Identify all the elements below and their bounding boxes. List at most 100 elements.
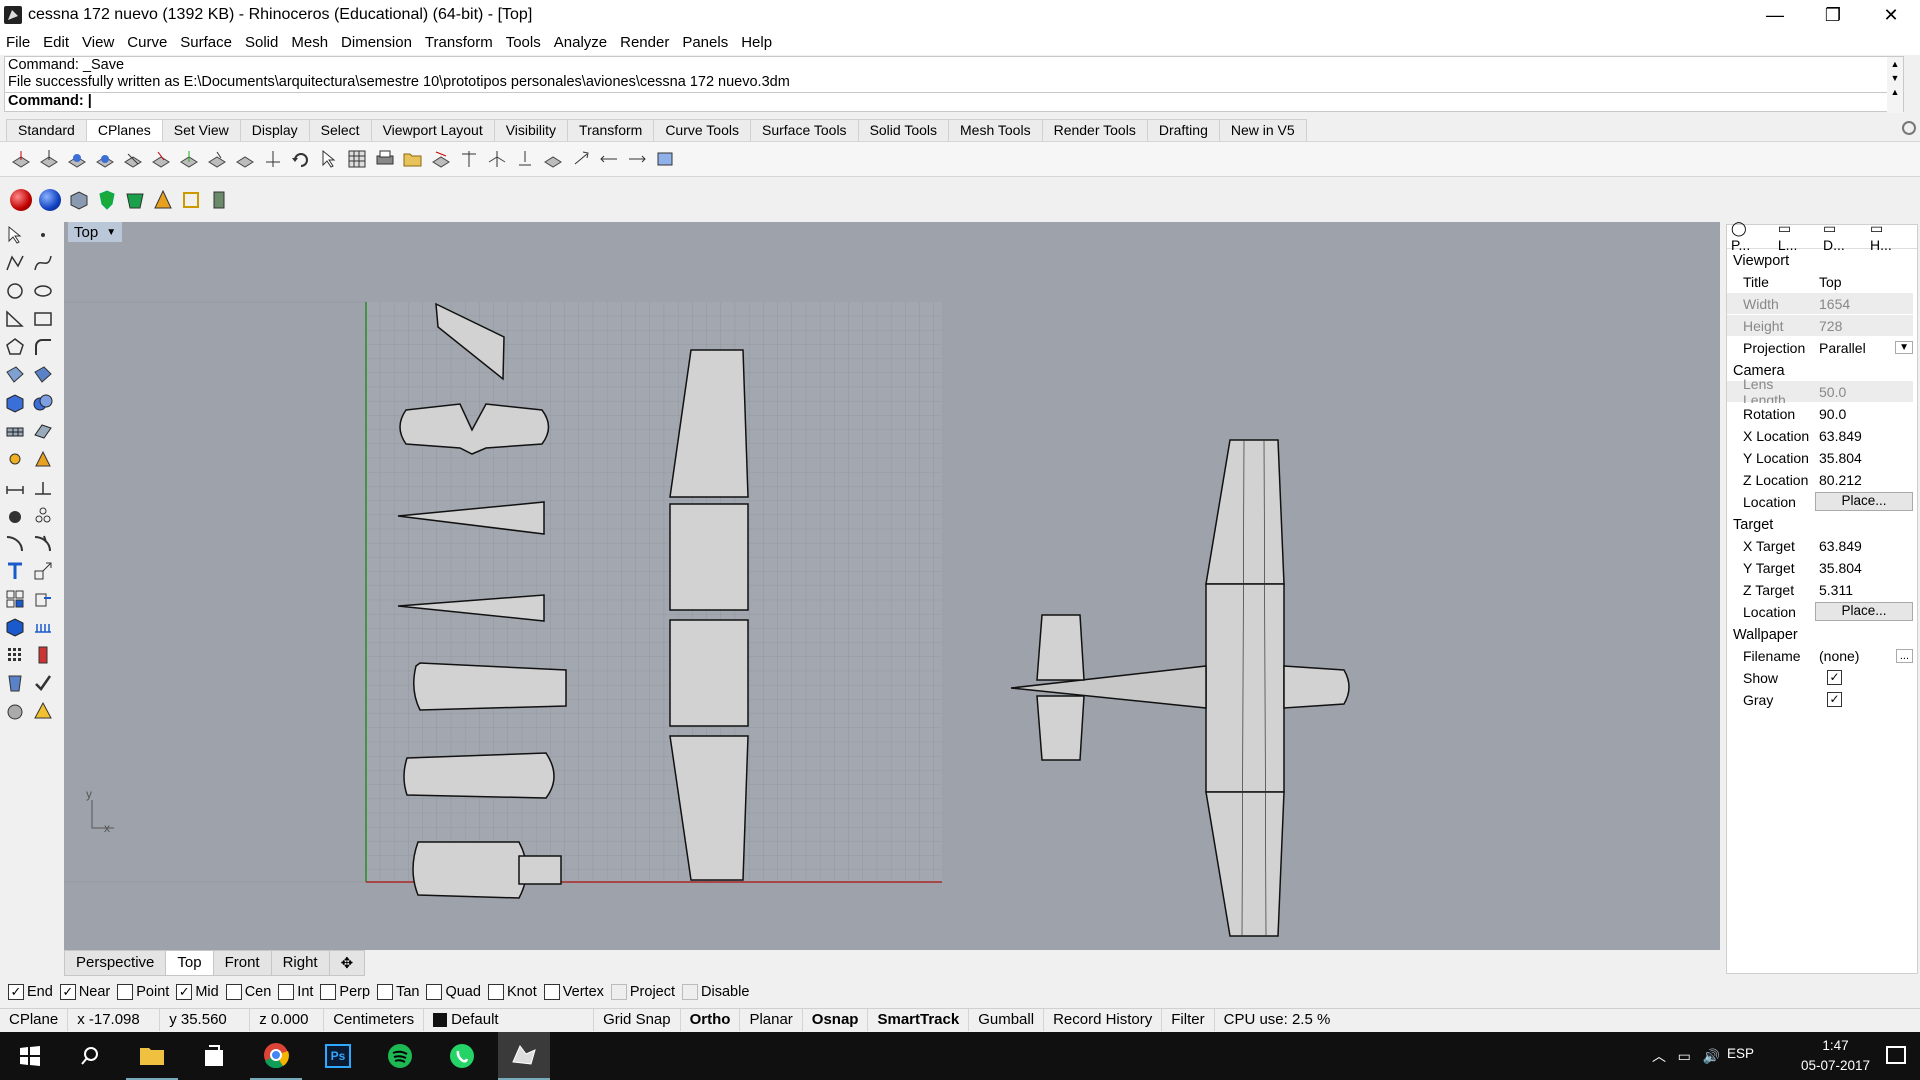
status-layer[interactable]: Default	[424, 1008, 595, 1031]
prop-title-field[interactable]: Top	[1815, 271, 1913, 292]
tab-solid-tools[interactable]: Solid Tools	[857, 119, 950, 141]
rectangle-icon[interactable]	[32, 308, 54, 330]
tab-visibility[interactable]: Visibility	[493, 119, 569, 141]
cplane-icon[interactable]	[10, 148, 32, 170]
light-icon[interactable]	[4, 448, 26, 470]
undo-view-icon[interactable]	[290, 148, 312, 170]
osnap-tan[interactable]: Tan	[377, 984, 419, 1000]
tab-properties[interactable]: ◯ P...	[1731, 220, 1770, 253]
notifications-icon[interactable]	[1886, 1046, 1906, 1064]
prop-ztarget-field[interactable]: 5.311	[1815, 579, 1913, 600]
menu-mesh[interactable]: Mesh	[291, 34, 328, 51]
checkbox-icon[interactable]: ✓	[59, 984, 76, 1000]
checkbox-icon[interactable]	[487, 984, 504, 1000]
osnap-vertex[interactable]: Vertex	[543, 984, 604, 1000]
analyze-icon[interactable]	[4, 672, 26, 694]
chevron-down-icon[interactable]: ▼	[1895, 341, 1913, 354]
command-scrollbar[interactable]: ▲ ▼ ▲	[1887, 57, 1903, 113]
tab-front[interactable]: Front	[212, 950, 272, 976]
osnap-project[interactable]: Project	[610, 984, 675, 1000]
shield-icon[interactable]	[96, 189, 118, 211]
prop-ylocation-field[interactable]: 35.804	[1815, 447, 1913, 468]
toggle-filter[interactable]: Filter	[1162, 1008, 1215, 1031]
text-icon[interactable]	[4, 560, 26, 582]
render-sphere-icon[interactable]	[39, 189, 61, 211]
cone-icon[interactable]	[152, 189, 174, 211]
prop-xlocation-field[interactable]: 63.849	[1815, 425, 1913, 446]
grid-icon[interactable]	[346, 148, 368, 170]
menu-curve[interactable]: Curve	[127, 34, 167, 51]
dimension-icon[interactable]	[4, 476, 26, 498]
command-input[interactable]: Command: |	[5, 92, 1903, 112]
tab-render-tools[interactable]: Render Tools	[1041, 119, 1148, 141]
move-icon[interactable]	[32, 588, 54, 610]
menu-render[interactable]: Render	[620, 34, 669, 51]
curve-icon[interactable]	[32, 252, 54, 274]
menu-solid[interactable]: Solid	[245, 34, 278, 51]
box-icon[interactable]	[68, 189, 90, 211]
cplane-icon[interactable]	[122, 148, 144, 170]
select-arrow-icon[interactable]	[4, 224, 26, 246]
cplane-icon[interactable]	[626, 148, 648, 170]
tab-display[interactable]: Display	[239, 119, 310, 141]
tab-transform[interactable]: Transform	[567, 119, 655, 141]
viewport-title[interactable]: Top ▼	[68, 222, 123, 242]
clock[interactable]: 1:47 05-07-2017	[1801, 1036, 1870, 1076]
array-icon[interactable]	[4, 588, 26, 610]
minimize-button[interactable]: —	[1746, 0, 1804, 30]
solid-edit-icon[interactable]	[4, 616, 26, 638]
tab-display[interactable]: ▭ D...	[1823, 220, 1862, 253]
top-viewport[interactable]: x y Top ▼	[64, 222, 1720, 950]
osnap-int[interactable]: Int	[278, 984, 313, 1000]
cplane-icon[interactable]	[514, 148, 536, 170]
prop-rotation-field[interactable]: 90.0	[1815, 403, 1913, 424]
photoshop-icon[interactable]: Ps	[312, 1032, 364, 1080]
close-button[interactable]: ✕	[1862, 0, 1920, 30]
material-icon[interactable]	[124, 189, 146, 211]
checkbox-icon[interactable]	[320, 984, 337, 1000]
osnap-near[interactable]: ✓ Near	[59, 984, 110, 1000]
cplane-icon[interactable]	[458, 148, 480, 170]
polygon-icon[interactable]	[4, 336, 26, 358]
browse-button[interactable]: ...	[1895, 648, 1913, 663]
tab-top[interactable]: Top	[165, 950, 214, 976]
arc-icon[interactable]	[4, 308, 26, 330]
tab-surface-tools[interactable]: Surface Tools	[749, 119, 859, 141]
tab-cplanes[interactable]: CPlanes	[85, 119, 163, 141]
toggle-planar[interactable]: Planar	[740, 1008, 803, 1031]
file-explorer-icon[interactable]	[126, 1032, 178, 1080]
render-icon[interactable]	[32, 448, 54, 470]
cplane-icon[interactable]	[178, 148, 200, 170]
osnap-perp[interactable]: Perp	[320, 984, 370, 1000]
toggle-osnap[interactable]: Osnap	[803, 1008, 869, 1031]
show-checkbox[interactable]: ✓	[1827, 670, 1842, 685]
viewport-canvas[interactable]: x y	[64, 222, 1720, 950]
menu-panels[interactable]: Panels	[682, 34, 728, 51]
light-cone-icon[interactable]	[32, 700, 54, 722]
select-cursor-icon[interactable]	[318, 148, 340, 170]
leader-icon[interactable]	[32, 476, 54, 498]
circle-icon[interactable]	[4, 280, 26, 302]
check-icon[interactable]	[32, 672, 54, 694]
render-sphere-icon[interactable]	[10, 189, 32, 211]
windows-start-icon[interactable]	[4, 1032, 56, 1080]
checkbox-icon[interactable]	[426, 984, 443, 1000]
cplane-icon[interactable]	[150, 148, 172, 170]
boolean-union-icon[interactable]	[32, 392, 54, 414]
prop-xtarget-field[interactable]: 63.849	[1815, 535, 1913, 556]
cplane-icon[interactable]	[598, 148, 620, 170]
checkbox-icon[interactable]	[543, 984, 560, 1000]
mesh-edit-icon[interactable]	[32, 420, 54, 442]
point-icon[interactable]	[32, 224, 54, 246]
select-box-icon[interactable]	[180, 189, 202, 211]
cplane-icon[interactable]	[38, 148, 60, 170]
split-icon[interactable]	[32, 532, 54, 554]
checkbox-icon[interactable]	[117, 984, 134, 1000]
tab-standard[interactable]: Standard	[6, 119, 87, 141]
tab-help[interactable]: ▭ H...	[1870, 220, 1909, 253]
battery-icon[interactable]	[208, 189, 230, 211]
status-cplane[interactable]: CPlane	[0, 1008, 69, 1031]
cplane-icon[interactable]	[234, 148, 256, 170]
cplane-icon[interactable]	[206, 148, 228, 170]
toolbar-gear-icon[interactable]	[1902, 121, 1916, 135]
